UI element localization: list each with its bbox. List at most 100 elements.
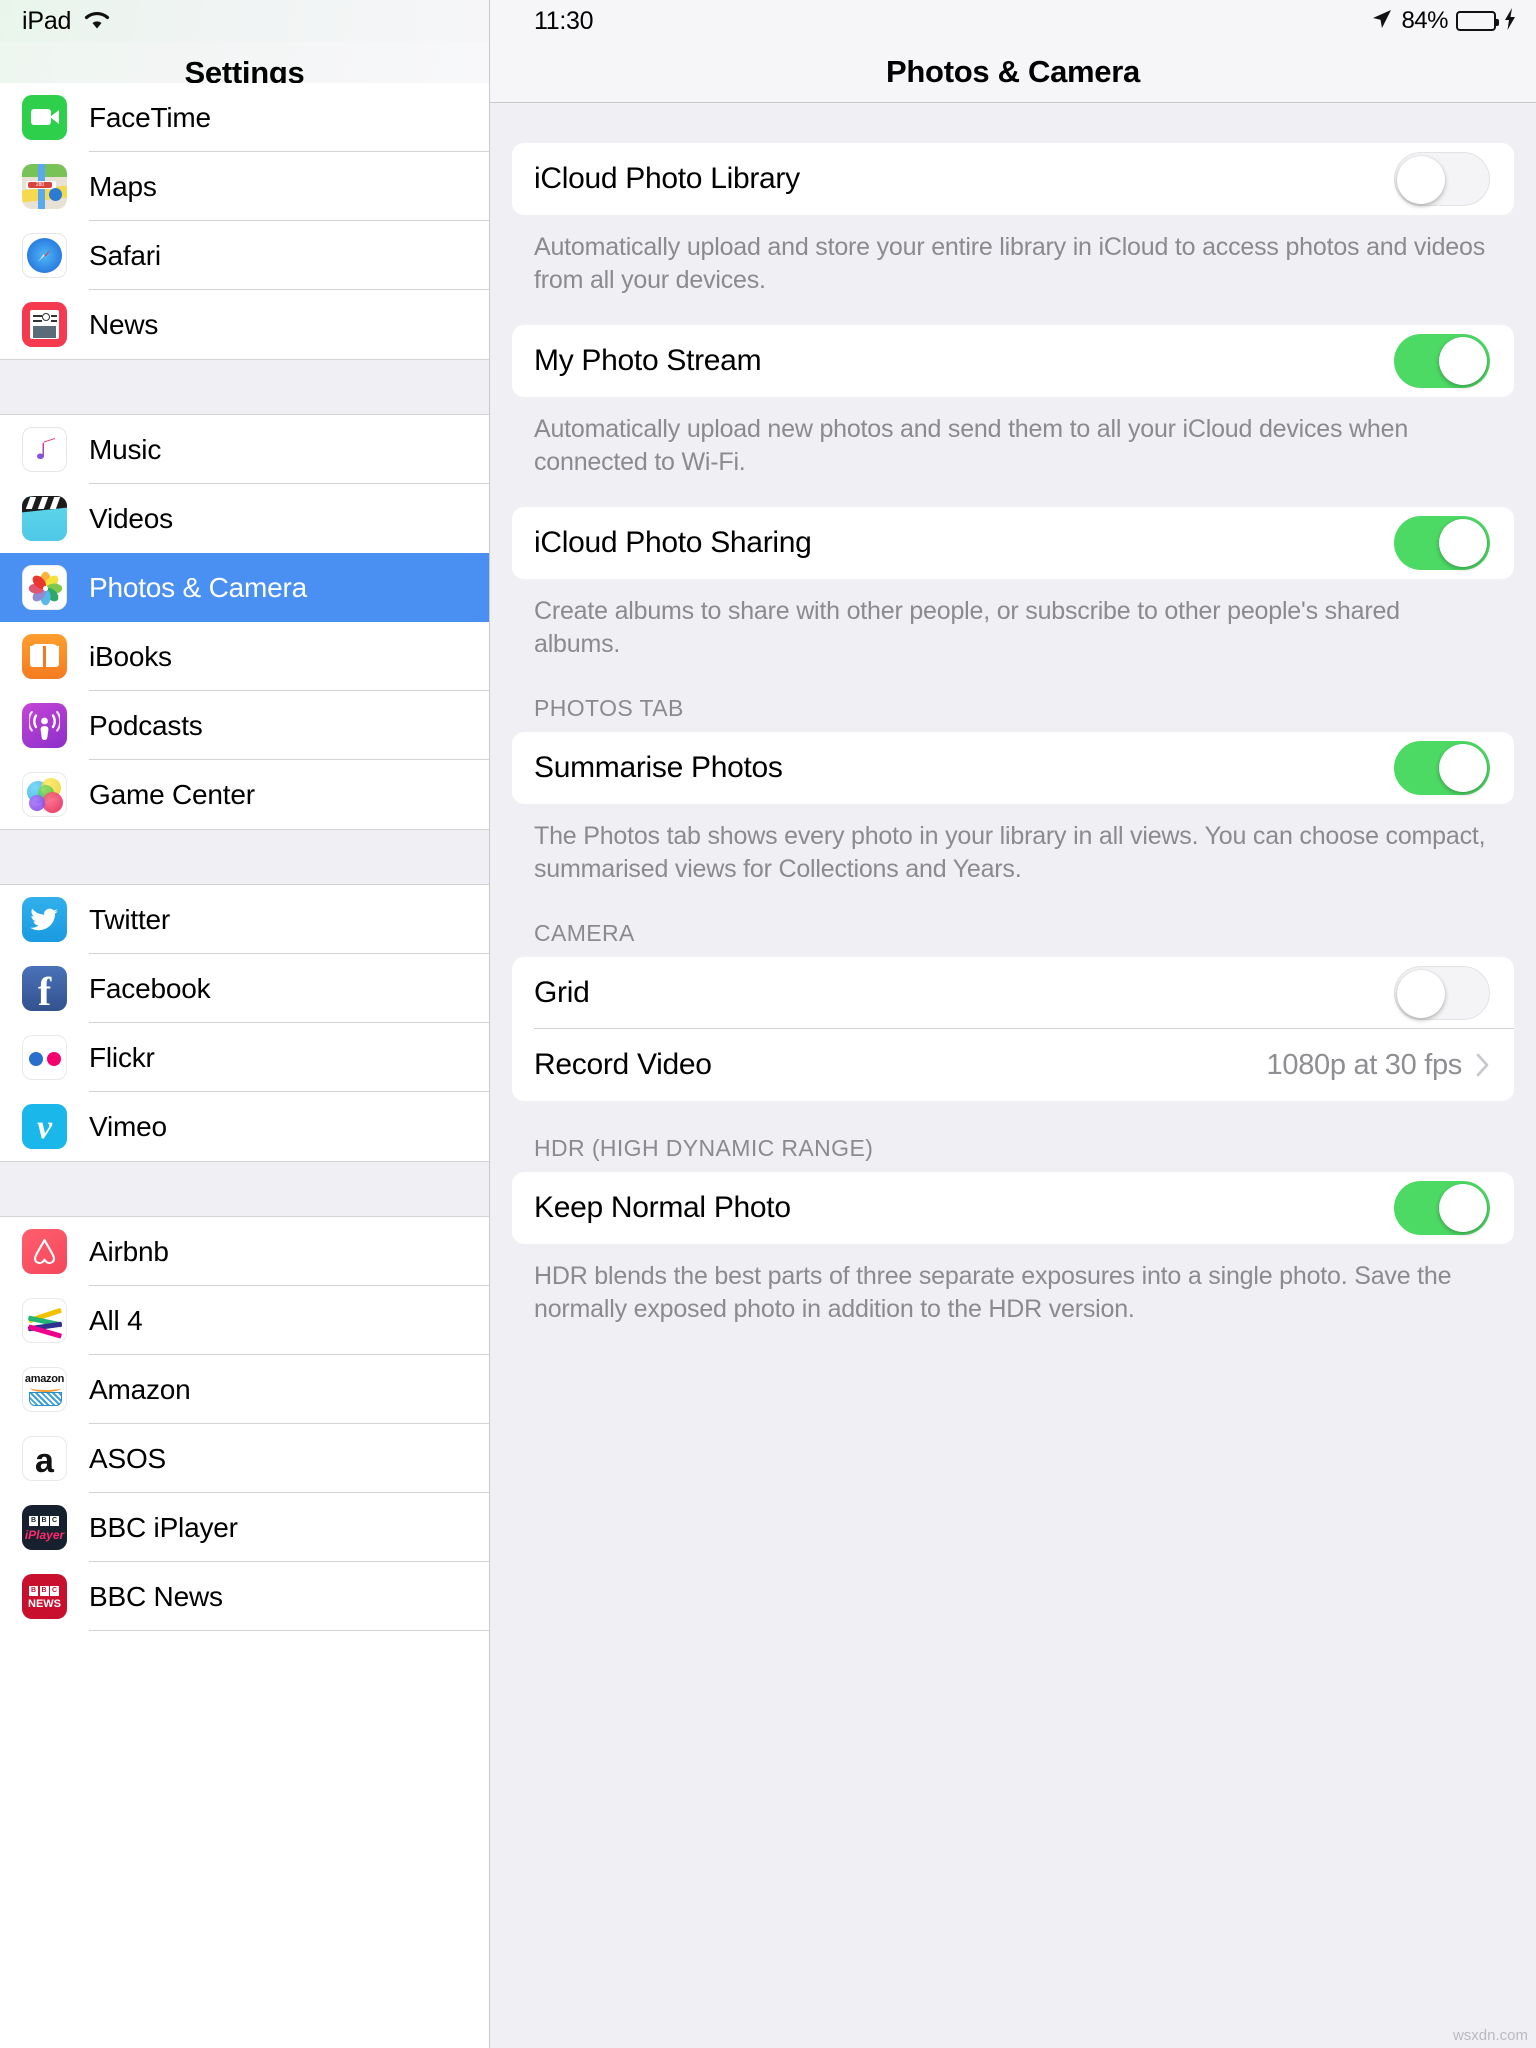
all4-icon [22,1298,67,1343]
photos-icon [22,565,67,610]
sidebar-item-amazon[interactable]: amazon Amazon [0,1355,489,1424]
top-spacer [512,103,1514,143]
sidebar-item-bbc-iplayer[interactable]: BBC iPlayer BBC iPlayer [0,1493,489,1562]
section-footnote: Create albums to share with other people… [534,597,1400,658]
sidebar-item-label: Facebook [89,972,211,1004]
row-icloud-photo-library[interactable]: iCloud Photo Library [512,143,1514,215]
row-summarise-photos[interactable]: Summarise Photos [512,732,1514,804]
battery-percent-label: 84% [1401,7,1448,34]
bbc-iplayer-icon: BBC iPlayer [22,1505,67,1550]
sidebar-item-label: Maps [89,170,157,202]
section-footnote: Automatically upload and store your enti… [534,233,1485,294]
my-photo-stream-toggle[interactable] [1394,334,1490,388]
sidebar-item-maps[interactable]: 280 Maps [0,152,489,221]
group-gap [0,829,489,885]
location-arrow-icon [1371,7,1393,36]
row-grid[interactable]: Grid [512,957,1514,1029]
flickr-icon [22,1035,67,1080]
twitter-icon [22,897,67,942]
section-footnote: Automatically upload new photos and send… [534,415,1409,476]
sidebar-item-label: Podcasts [89,709,203,741]
clock-label: 11:30 [534,6,594,35]
vimeo-icon: v [22,1104,67,1149]
facetime-icon [22,95,67,140]
icloud-photo-sharing-toggle[interactable] [1394,516,1490,570]
lightning-bolt-icon [1504,7,1516,36]
wifi-icon [83,10,111,32]
sidebar-item-vimeo[interactable]: v Vimeo [0,1092,489,1161]
sidebar-item-label: Amazon [89,1373,191,1405]
sidebar-item-label: Videos [89,502,173,534]
battery-icon [1456,11,1499,31]
settings-group: Keep Normal Photo [512,1172,1514,1244]
keep-normal-photo-toggle[interactable] [1394,1181,1490,1235]
icloud-photo-library-toggle[interactable] [1394,152,1490,206]
sidebar-item-label: Music [89,433,162,465]
detail-panel: 11:30 84% Photos & Camera iCloud Photo L… [490,0,1536,2048]
chevron-right-icon [1476,1053,1490,1077]
row-label: My Photo Stream [534,344,762,377]
summarise-photos-toggle[interactable] [1394,741,1490,795]
settings-sidebar: iPad Settings FaceTime 280 Maps Safari N… [0,0,490,2048]
amazon-icon: amazon [22,1367,67,1412]
row-label: iCloud Photo Library [534,162,800,195]
sidebar-item-videos[interactable]: Videos [0,484,489,553]
podcasts-icon [22,703,67,748]
group-gap [0,1161,489,1217]
sidebar-item-photos-and-camera[interactable]: Photos & Camera [0,553,489,622]
sidebar-item-safari[interactable]: Safari [0,221,489,290]
right-status-bar: 11:30 84% [490,0,1536,42]
section-footnote: The Photos tab shows every photo in your… [534,822,1486,883]
section-footnote: HDR blends the best parts of three separ… [534,1262,1452,1323]
page-title: Photos & Camera [886,54,1140,89]
detail-body: iCloud Photo Library Automatically uploa… [490,103,1536,1326]
sidebar-item-label: iBooks [89,640,172,672]
facebook-icon: f [22,966,67,1011]
row-label: Keep Normal Photo [534,1191,791,1224]
sidebar-item-label: Twitter [89,903,171,935]
row-label: Summarise Photos [534,751,783,784]
left-status-bar: iPad [0,0,489,42]
sidebar-item-ibooks[interactable]: iBooks [0,622,489,691]
sidebar-item-label: BBC News [89,1580,223,1612]
settings-group: iCloud Photo Library [512,143,1514,215]
sidebar-item-bbc-news[interactable]: BBC NEWS BBC News [0,1562,489,1631]
videos-icon [22,496,67,541]
sidebar-item-facebook[interactable]: f Facebook [0,954,489,1023]
section-header-camera: CAMERA [534,920,635,946]
sidebar-item-label: News [89,308,159,340]
settings-group: Grid Record Video 1080p at 30 fps [512,957,1514,1101]
settings-group: Summarise Photos [512,732,1514,804]
sidebar-item-airbnb[interactable]: Airbnb [0,1217,489,1286]
watermark: wsxdn.com [1452,2027,1528,2044]
row-icloud-photo-sharing[interactable]: iCloud Photo Sharing [512,507,1514,579]
detail-navbar: Photos & Camera [490,42,1536,103]
news-icon [22,302,67,347]
safari-icon [22,233,67,278]
sidebar-item-news[interactable]: News [0,290,489,359]
section-header-photos-tab: PHOTOS TAB [534,695,684,721]
sidebar-item-flickr[interactable]: Flickr [0,1023,489,1092]
sidebar-item-label: Game Center [89,778,255,810]
maps-icon: 280 [22,164,67,209]
device-name-label: iPad [22,6,72,35]
music-icon [22,427,67,472]
sidebar-item-asos[interactable]: a ASOS [0,1424,489,1493]
sidebar-item-podcasts[interactable]: Podcasts [0,691,489,760]
sidebar-item-twitter[interactable]: Twitter [0,885,489,954]
row-label: iCloud Photo Sharing [534,526,812,559]
sidebar-item-facetime[interactable]: FaceTime [0,83,489,152]
sidebar-item-music[interactable]: Music [0,415,489,484]
grid-toggle[interactable] [1394,966,1490,1020]
row-keep-normal-photo[interactable]: Keep Normal Photo [512,1172,1514,1244]
sidebar-item-label: Photos & Camera [89,571,307,603]
group-gap [0,359,489,415]
row-label: Grid [534,976,590,1009]
sidebar-item-game-center[interactable]: Game Center [0,760,489,829]
row-record-video[interactable]: Record Video 1080p at 30 fps [512,1029,1514,1101]
sidebar-item-label: FaceTime [89,101,211,133]
sidebar-item-all4[interactable]: All 4 [0,1286,489,1355]
sidebar-item-label: Flickr [89,1041,155,1073]
row-separator [89,1630,489,1631]
row-my-photo-stream[interactable]: My Photo Stream [512,325,1514,397]
